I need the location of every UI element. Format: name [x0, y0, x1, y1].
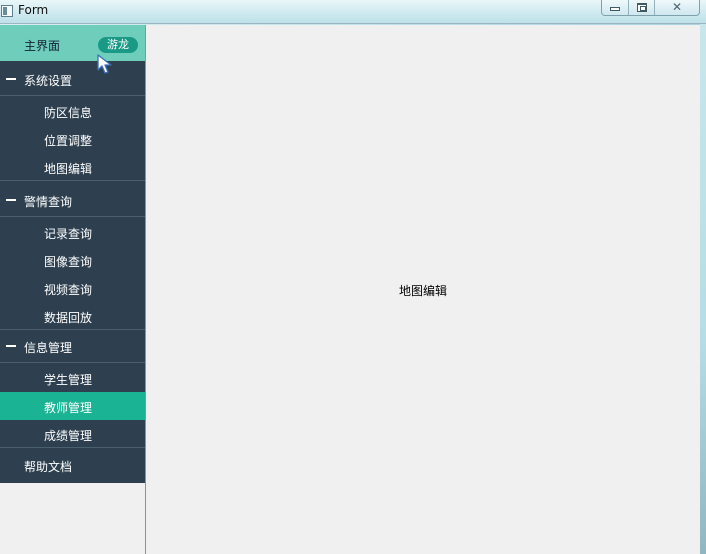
sidebar: 主界面 游龙 系统设置 防区信息 位置调整 地图编辑 警情查询 记录查询 图像查… [0, 25, 146, 554]
nav-item-help-docs[interactable]: 帮助文档 [0, 447, 145, 483]
nav-group-alarm-query[interactable]: 警情查询 [0, 182, 145, 217]
title-bar[interactable]: Form ✕ [0, 0, 706, 24]
window-controls: ✕ [601, 0, 700, 16]
nav-item-image-query[interactable]: 图像查询 [0, 246, 145, 274]
nav-item-video-query[interactable]: 视频查询 [0, 274, 145, 302]
collapse-icon [6, 78, 16, 80]
content-panel: 地图编辑 [147, 25, 700, 554]
minimize-icon [610, 7, 620, 11]
content-label: 地图编辑 [399, 284, 448, 298]
nav-item-label: 地图编辑 [44, 162, 93, 176]
nav-item-label: 学生管理 [44, 373, 93, 387]
minimize-button[interactable] [602, 0, 629, 15]
home-badge: 游龙 [98, 37, 138, 53]
close-icon: ✕ [671, 0, 683, 14]
nav-item-data-playback[interactable]: 数据回放 [0, 302, 145, 330]
nav-group-info-management[interactable]: 信息管理 [0, 328, 145, 363]
nav-item-label: 视频查询 [44, 283, 93, 297]
nav-item-teacher-management[interactable]: 教师管理 [0, 392, 145, 420]
nav-item-map-edit[interactable]: 地图编辑 [0, 153, 145, 181]
nav-item-student-management[interactable]: 学生管理 [0, 364, 145, 392]
window-border [700, 24, 706, 554]
nav-item-home-label: 主界面 [24, 39, 61, 53]
collapse-icon [6, 199, 16, 201]
nav-item-zone-info[interactable]: 防区信息 [0, 97, 145, 125]
nav-group-label: 警情查询 [24, 195, 73, 209]
app-window: Form ✕ 主界面 游龙 系统设置 防区信息 位置调整 地图编辑 警情查询 记… [0, 0, 706, 554]
nav-group-label: 系统设置 [24, 74, 73, 88]
nav-item-label: 数据回放 [44, 311, 93, 325]
client-area: 主界面 游龙 系统设置 防区信息 位置调整 地图编辑 警情查询 记录查询 图像查… [0, 25, 700, 554]
nav-item-label: 帮助文档 [24, 460, 73, 474]
nav-item-label: 记录查询 [44, 227, 93, 241]
maximize-icon [636, 2, 647, 12]
nav-item-label: 防区信息 [44, 106, 93, 120]
nav-item-label: 图像查询 [44, 255, 93, 269]
nav-group-label: 信息管理 [24, 341, 73, 355]
nav-item-label: 教师管理 [44, 401, 93, 415]
nav-item-position-adjust[interactable]: 位置调整 [0, 125, 145, 153]
collapse-icon [6, 345, 16, 347]
close-button[interactable]: ✕ [655, 0, 699, 15]
nav-item-home[interactable]: 主界面 游龙 [0, 25, 145, 74]
nav-menu: 主界面 游龙 系统设置 防区信息 位置调整 地图编辑 警情查询 记录查询 图像查… [0, 25, 145, 483]
nav-item-grade-management[interactable]: 成绩管理 [0, 420, 145, 448]
nav-item-record-query[interactable]: 记录查询 [0, 218, 145, 246]
maximize-button[interactable] [629, 0, 655, 15]
app-icon[interactable] [1, 5, 13, 17]
nav-item-label: 成绩管理 [44, 429, 93, 443]
window-title: Form [18, 3, 49, 17]
nav-item-label: 位置调整 [44, 134, 93, 148]
nav-group-system-settings[interactable]: 系统设置 [0, 61, 145, 96]
